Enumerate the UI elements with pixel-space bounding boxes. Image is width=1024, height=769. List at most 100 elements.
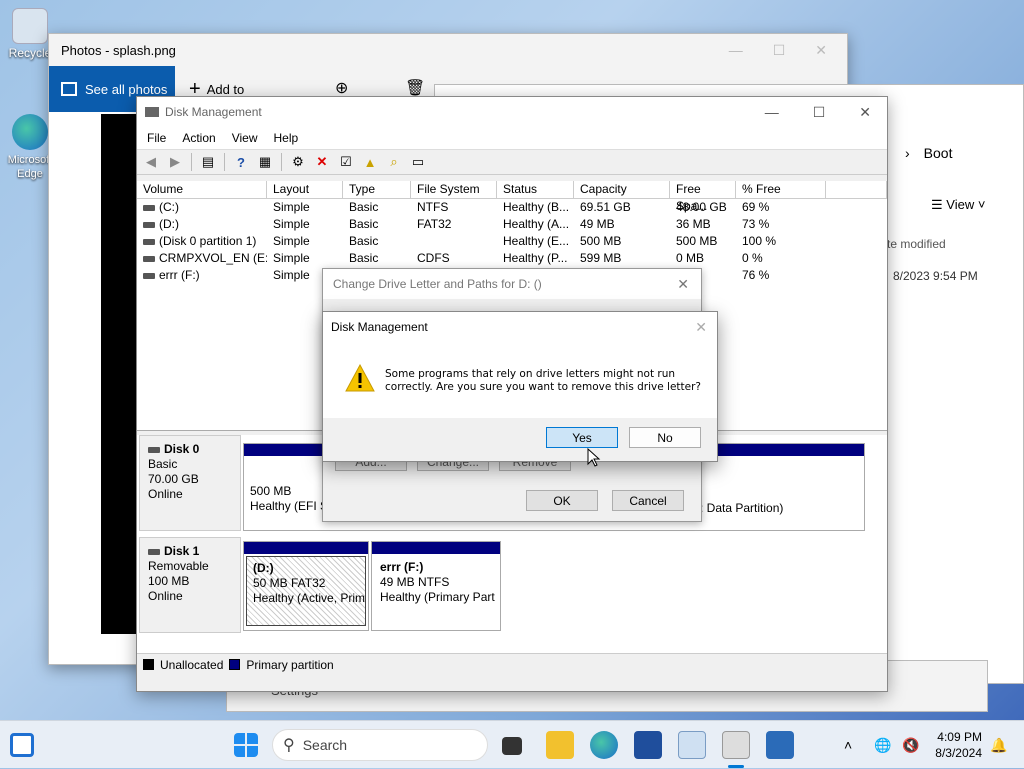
list-view-icon[interactable]: ▦ — [255, 153, 275, 171]
delete-x-icon[interactable]: ✕ — [312, 153, 332, 171]
disk-1-label[interactable]: Disk 1 Removable 100 MB Online — [139, 537, 241, 633]
table-row[interactable]: CRMPXVOL_EN (E:) Simple Basic CDFS Healthy (… — [137, 250, 887, 267]
table-cell-type: Basic — [349, 217, 379, 231]
folder-up-icon[interactable]: ▲ — [360, 153, 380, 171]
column-header-free-space[interactable]: Free Spa... — [670, 181, 736, 213]
forward-arrow-icon[interactable]: ▶ — [165, 153, 185, 171]
partition-d-body: (D:) 50 MB FAT32 Healthy (Active, Prim — [246, 556, 366, 626]
search-folder-icon[interactable]: ⌕ — [384, 153, 404, 171]
close-icon[interactable]: ✕ — [695, 319, 717, 336]
table-cell-pct: 100 % — [742, 234, 777, 248]
table-cell-pct: 73 % — [742, 217, 770, 231]
column-header-type[interactable]: Type — [343, 181, 411, 198]
table-cell-layout: Simple — [273, 217, 310, 231]
photos-taskbar-icon[interactable] — [766, 731, 794, 759]
primary-swatch — [229, 659, 241, 670]
menu-help[interactable]: Help — [274, 131, 299, 145]
disk-0-size: 70.00 GB — [148, 472, 199, 486]
close-icon[interactable]: ✕ — [677, 276, 701, 293]
checklist-icon[interactable]: ☑ — [336, 153, 356, 171]
close-icon[interactable]: ✕ — [859, 104, 871, 121]
task-view-icon[interactable] — [502, 737, 522, 755]
system-clock[interactable]: 4:09 PM 8/3/2024 — [928, 729, 982, 761]
connect-icon[interactable]: ⚙ — [288, 153, 308, 171]
menu-action[interactable]: Action — [182, 131, 215, 145]
table-cell-fs — [411, 233, 497, 250]
disk-1-partition-f[interactable]: errr (F:) 49 MB NTFS Healthy (Primary Pa… — [371, 541, 501, 631]
close-icon[interactable]: ✕ — [815, 42, 827, 59]
minimize-icon[interactable]: — — [729, 42, 743, 59]
table-cell-pct: 0 % — [742, 251, 763, 265]
edge-icon[interactable] — [590, 731, 618, 759]
table-cell-volume: (D:) — [137, 216, 267, 233]
back-arrow-icon[interactable]: ◀ — [141, 153, 161, 171]
maximize-icon[interactable]: ☐ — [813, 104, 826, 121]
photos-app-icon[interactable] — [678, 731, 706, 759]
disk-0-name: Disk 0 — [164, 442, 200, 456]
column-header-file-system[interactable]: File System — [411, 181, 497, 198]
add-to-label: Add to — [206, 81, 245, 97]
table-cell-volume: (C:) — [137, 199, 267, 216]
yes-button[interactable]: Yes — [546, 427, 618, 448]
widgets-icon[interactable] — [10, 733, 34, 757]
cancel-button[interactable]: Cancel — [612, 490, 684, 511]
date-modified-header[interactable]: te modified — [887, 237, 946, 251]
no-button[interactable]: No — [629, 427, 701, 448]
gallery-icon — [61, 82, 77, 96]
start-windows-icon[interactable] — [234, 733, 258, 757]
photo-canvas — [101, 114, 141, 634]
table-cell-type: Basic — [349, 200, 379, 214]
file-explorer-icon[interactable] — [546, 731, 574, 759]
menu-view[interactable]: View — [232, 131, 258, 145]
column-header-status[interactable]: Status — [497, 181, 574, 198]
network-globe-icon[interactable]: 🌐 — [874, 721, 891, 769]
column-header-capacity[interactable]: Capacity — [574, 181, 670, 198]
store-icon[interactable] — [634, 731, 662, 759]
show-hidden-icons-chevron-icon[interactable]: ˄ — [844, 721, 852, 769]
menu-file[interactable]: File — [147, 131, 166, 145]
volume-name: (D:) — [159, 217, 179, 231]
partition-size: 50 MB FAT32 — [253, 576, 326, 590]
disk-management-taskbar-icon[interactable] — [722, 731, 750, 759]
mouse-cursor-icon — [587, 448, 601, 467]
table-cell-status: Healthy (E... — [503, 234, 570, 248]
maximize-icon[interactable]: ☐ — [773, 42, 786, 59]
table-row[interactable]: (C:) Simple Basic NTFS Healthy (B... 69.51 GB… — [137, 199, 887, 216]
help-icon[interactable]: ? — [231, 153, 251, 171]
volume-name: (C:) — [159, 200, 179, 214]
table-cell-fs: FAT32 — [417, 217, 452, 231]
column-header-percent-free[interactable]: % Free — [736, 181, 826, 198]
delete-icon[interactable]: 🗑 — [405, 78, 425, 98]
column-header-layout[interactable]: Layout — [267, 181, 343, 198]
breadcrumb-item-boot[interactable]: Boot — [924, 145, 953, 161]
unallocated-swatch — [143, 659, 154, 670]
minimize-icon[interactable]: — — [765, 104, 779, 121]
photos-title: Photos - splash.png — [61, 42, 176, 58]
table-cell-status: Healthy (P... — [503, 251, 568, 265]
taskbar-search-box[interactable]: ⚲ Search — [272, 729, 488, 761]
properties-icon[interactable]: ▤ — [198, 153, 218, 171]
volume-muted-icon[interactable]: 🔇 — [902, 721, 919, 769]
clock-time: 4:09 PM — [937, 730, 982, 744]
notifications-icon[interactable]: 🔔 — [990, 721, 1007, 769]
table-cell-fs: NTFS — [417, 200, 449, 214]
volume-name: (Disk 0 partition 1) — [159, 234, 257, 248]
volume-name: errr (F:) — [159, 268, 200, 282]
view-menu-button[interactable]: ☰ View ˅ — [931, 197, 985, 213]
disk-1-name: Disk 1 — [164, 544, 200, 558]
disk-1-partition-d[interactable]: (D:) 50 MB FAT32 Healthy (Active, Prim — [243, 541, 369, 631]
disk-0-label[interactable]: Disk 0 Basic 70.00 GB Online — [139, 435, 241, 531]
table-cell-layout: Simple — [273, 234, 310, 248]
table-row[interactable]: (Disk 0 partition 1) Simple Basic Healthy (… — [137, 233, 887, 250]
ok-button[interactable]: OK — [526, 490, 598, 511]
console-icon[interactable]: ▭ — [408, 153, 428, 171]
volume-list-header: Volume Layout Type File System Status Ca… — [137, 181, 887, 213]
column-header-volume[interactable]: Volume — [137, 181, 267, 198]
zoom-in-icon[interactable]: ⊕ — [335, 78, 348, 98]
breadcrumb[interactable]: › Boot — [905, 145, 952, 161]
table-cell-status: Healthy (B... — [503, 200, 570, 214]
table-cell-status: Healthy (A... — [503, 217, 570, 231]
table-row[interactable]: (D:) Simple Basic FAT32 Healthy (A... 49 MB 36… — [137, 216, 887, 233]
dm-toolbar: ◀ ▶ ▤ ? ▦ ⚙ ✕ ☑ ▲ ⌕ ▭ — [137, 149, 887, 175]
photos-titlebar: Photos - splash.png — ☐ ✕ — [49, 34, 847, 66]
